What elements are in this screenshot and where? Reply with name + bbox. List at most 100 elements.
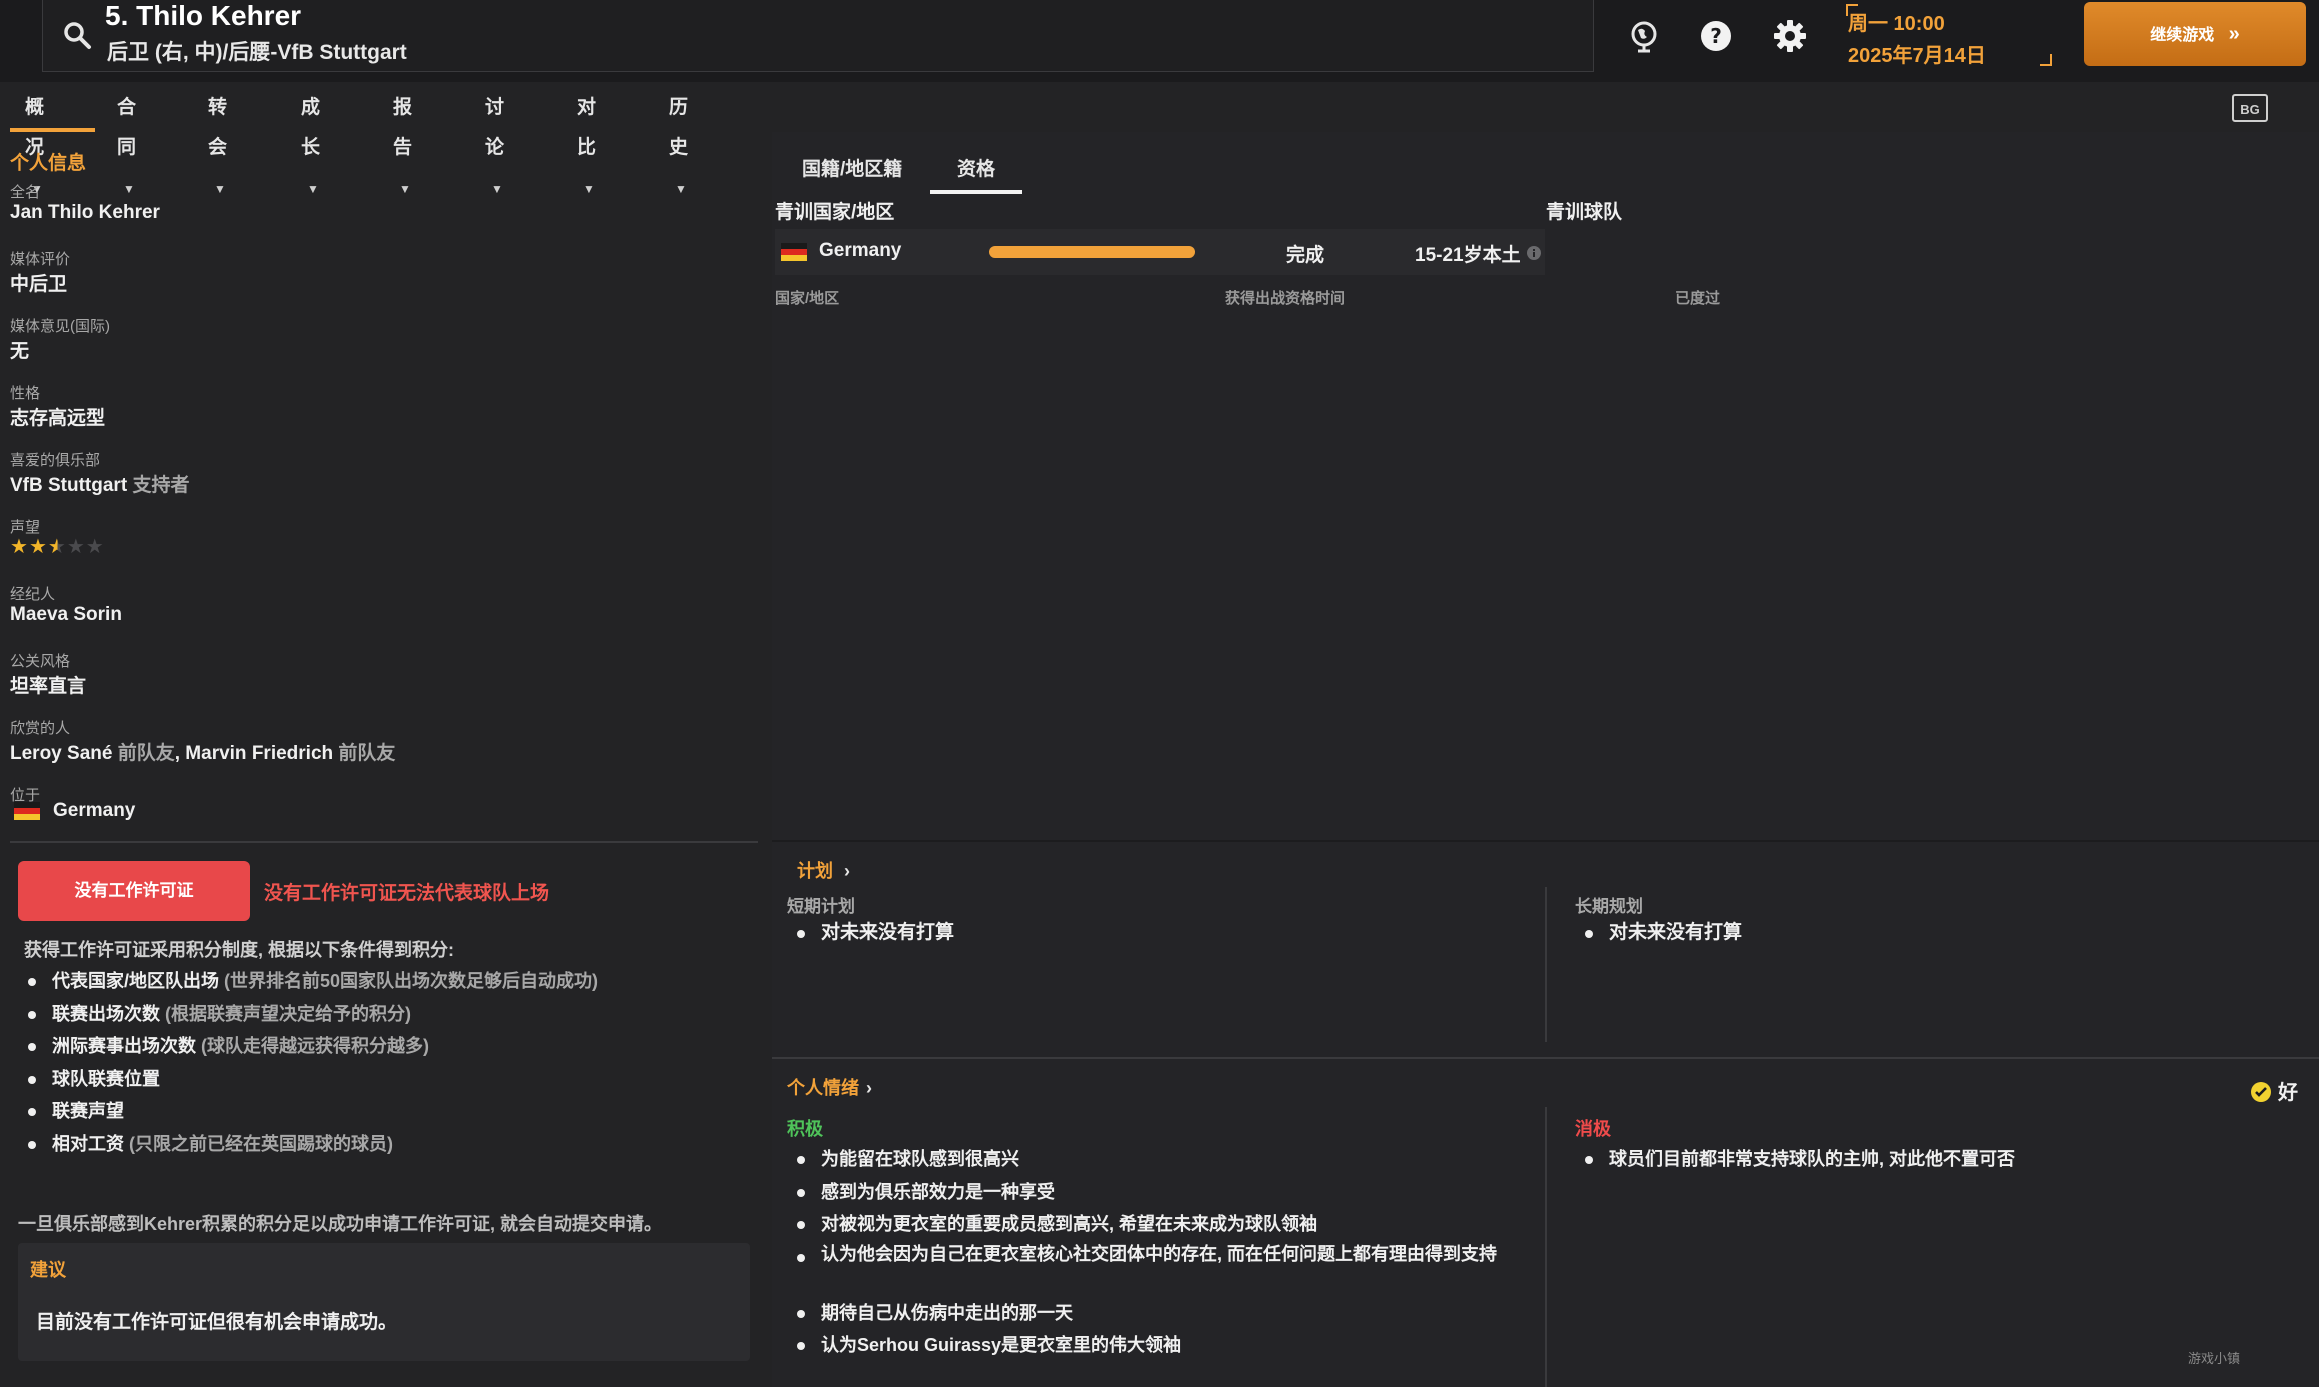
help-icon[interactable]: ?	[1698, 18, 1734, 54]
chevron-down-icon: ▼	[583, 182, 595, 196]
divider	[10, 841, 758, 843]
divider	[1545, 1107, 1547, 1387]
divider	[772, 840, 2319, 842]
advice-title: 建议	[30, 1260, 66, 1280]
menu-item-contract[interactable]: 合同▼	[117, 88, 136, 196]
list-item: 相对工资 (只限之前已经在英国踢球的球员)	[28, 1128, 598, 1161]
work-permit-warning: 没有工作许可证无法代表球队上场	[264, 883, 550, 904]
chevron-down-icon: ▼	[675, 182, 687, 196]
star-icon: ★	[66, 536, 86, 558]
favoured-people-value: Leroy Sané 前队友, Marvin Friedrich 前队友	[10, 743, 396, 764]
full-name-value: Jan Thilo Kehrer	[10, 202, 160, 223]
negative-label: 消极	[1575, 1119, 1611, 1139]
favourite-club-label: 喜爱的俱乐部	[10, 452, 101, 469]
active-subtab-indicator	[930, 190, 1022, 194]
homegrown-category: 15-21岁本土	[1415, 245, 1521, 266]
watermark: 游戏小镇	[2188, 1351, 2241, 1366]
mood-status: 好	[2250, 1076, 2298, 1105]
list-item: 球队联赛位置	[28, 1063, 598, 1096]
info-icon[interactable]	[1526, 245, 1542, 261]
player-title: 5. Thilo Kehrer	[105, 0, 302, 31]
media-rating-value: 中后卫	[10, 274, 68, 295]
youth-country-value[interactable]: Germany	[819, 240, 901, 262]
location-value[interactable]: Germany	[53, 800, 135, 822]
list-item: 对未来没有打算	[1585, 917, 1742, 950]
mood-title[interactable]: 个人情绪 ›	[787, 1074, 872, 1100]
menu-item-discuss[interactable]: 讨论▼	[485, 88, 504, 196]
divider	[772, 1057, 2319, 1059]
active-tab-indicator	[10, 128, 95, 132]
youth-country-header: 青训国家/地区	[775, 202, 895, 223]
menu-item-reports[interactable]: 报告▼	[393, 88, 412, 196]
date-line-time: 周一 10:00	[1848, 13, 1945, 35]
favourite-club-link[interactable]: VfB Stuttgart	[10, 475, 127, 496]
table-header-country: 国家/地区	[775, 290, 840, 307]
no-work-permit-button[interactable]: 没有工作许可证	[18, 861, 250, 921]
menu-item-development[interactable]: 成长▼	[301, 88, 320, 196]
work-permit-intro: 获得工作许可证采用积分制度, 根据以下条件得到积分:	[24, 940, 454, 960]
chevron-down-icon: ▼	[214, 182, 226, 196]
menu-item-history[interactable]: 历史▼	[669, 88, 688, 196]
continue-button[interactable]: 继续游戏 »	[2084, 2, 2306, 66]
advice-box	[18, 1243, 750, 1361]
favoured-person-link[interactable]: Marvin Friedrich	[185, 743, 333, 764]
menu-item-transfer[interactable]: 转会▼	[208, 88, 227, 196]
list-item: 期待自己从伤病中走出的那一天	[797, 1297, 1517, 1330]
table-header-served: 已度过	[1675, 290, 1721, 307]
list-item: 认为他会因为自己在更衣室核心社交团体中的存在, 而在任何问题上都有理由得到支持	[797, 1241, 1517, 1297]
star-icon: ★	[47, 536, 67, 558]
list-item: 对被视为更衣室的重要成员感到高兴, 希望在未来成为球队领袖	[797, 1208, 1517, 1241]
date-line-date: 2025年7月14日	[1848, 45, 1986, 67]
eligibility-status: 完成	[1286, 245, 1325, 266]
pr-style-label: 公关风格	[10, 653, 71, 670]
chevron-down-icon: ▼	[491, 182, 503, 196]
list-item: 洲际赛事出场次数 (球队走得越远获得积分越多)	[28, 1030, 598, 1063]
full-name-label: 全名	[10, 184, 41, 201]
search-icon[interactable]	[62, 20, 92, 50]
gear-icon[interactable]	[1772, 18, 1808, 54]
long-term-plan-label: 长期规划	[1575, 897, 1643, 916]
tab-nationality[interactable]: 国籍/地区籍	[802, 154, 902, 181]
agent-label: 经纪人	[10, 586, 56, 603]
date-corner-top	[1846, 4, 1858, 16]
negative-mood-list: 球员们目前都非常支持球队的主帅, 对此他不置可否	[1585, 1143, 2285, 1176]
menu-item-compare[interactable]: 对比▼	[577, 88, 596, 196]
list-item: 对未来没有打算	[797, 917, 954, 950]
globe-icon[interactable]	[1626, 18, 1662, 54]
bg-toggle-icon[interactable]: BG	[2232, 94, 2268, 122]
germany-flag-icon	[14, 802, 40, 820]
eligibility-progress-bar	[989, 246, 1195, 258]
positive-label: 积极	[787, 1119, 823, 1139]
favourite-club-value[interactable]: VfB Stuttgart 支持者	[10, 470, 189, 497]
favourite-club-suffix: 支持者	[132, 475, 190, 496]
personality-value: 志存高远型	[10, 408, 106, 429]
star-icon: ★	[10, 536, 29, 558]
plans-title[interactable]: 计划 ›	[797, 857, 850, 883]
long-term-plan-list: 对未来没有打算	[1585, 917, 1742, 950]
positive-mood-list: 为能留在球队感到很高兴 感到为俱乐部效力是一种享受 对被视为更衣室的重要成员感到…	[797, 1143, 1517, 1362]
list-item: 为能留在球队感到很高兴	[797, 1143, 1517, 1176]
table-header-eligible-date: 获得出战资格时间	[1225, 290, 1346, 307]
work-permit-criteria: 代表国家/地区队出场 (世界排名前50国家队出场次数足够后自动成功) 联赛出场次…	[28, 965, 598, 1161]
chevron-down-icon: ▼	[399, 182, 411, 196]
star-icon: ★	[28, 536, 48, 558]
tab-eligibility[interactable]: 资格	[957, 154, 995, 181]
chevron-down-icon: ▼	[123, 182, 135, 196]
work-permit-footer: 一旦俱乐部感到Kehrer积累的积分足以成功申请工作许可证, 就会自动提交申请。	[18, 1214, 663, 1234]
list-item: 球员们目前都非常支持球队的主帅, 对此他不置可否	[1585, 1143, 2285, 1176]
date-corner-bottom	[2040, 54, 2052, 66]
agent-value[interactable]: Maeva Sorin	[10, 604, 122, 626]
list-item: 代表国家/地区队出场 (世界排名前50国家队出场次数足够后自动成功)	[28, 965, 598, 998]
menu-item-overview[interactable]: 概况▼	[25, 88, 44, 196]
star-icon: ★	[85, 536, 105, 558]
player-subtitle: 后卫 (右, 中)/后腰-VfB Stuttgart	[107, 41, 407, 64]
germany-flag-icon	[781, 243, 807, 261]
mood-good-icon	[2251, 1082, 2271, 1102]
media-opinion-label: 媒体意见(国际)	[10, 318, 110, 335]
svg-text:?: ?	[1710, 24, 1722, 48]
favoured-people-label: 欣赏的人	[10, 720, 71, 737]
date-time[interactable]: 周一 10:00 2025年7月14日	[1848, 8, 1986, 72]
pr-style-value: 坦率直言	[10, 676, 87, 697]
favoured-person-link[interactable]: Leroy Sané	[10, 743, 112, 764]
personal-info-title: 个人信息	[10, 153, 87, 174]
